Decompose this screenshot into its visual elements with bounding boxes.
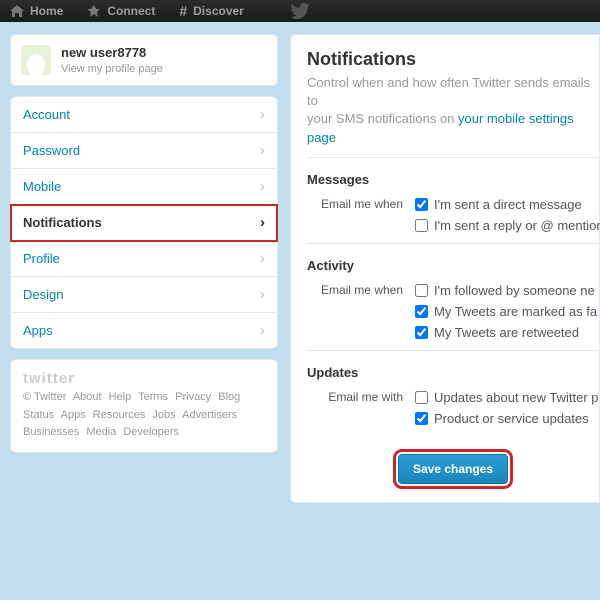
nav-item-label: Password xyxy=(23,143,80,158)
footer-link[interactable]: Resources xyxy=(93,409,146,421)
section-messages: Messages Email me when I'm sent a direct m… xyxy=(307,157,599,243)
option-checkbox[interactable] xyxy=(415,305,428,318)
hash-icon: # xyxy=(179,3,187,19)
nav-item-design[interactable]: Design › xyxy=(11,277,277,313)
footer-logo: twitter xyxy=(23,370,265,387)
nav-item-mobile[interactable]: Mobile › xyxy=(11,169,277,205)
sidebar: new user8778 View my profile page Accoun… xyxy=(10,34,278,503)
nav-item-label: Design xyxy=(23,287,63,302)
option-checkbox[interactable] xyxy=(415,198,428,211)
footer-link[interactable]: Terms xyxy=(138,391,168,403)
footer-link[interactable]: Media xyxy=(86,426,116,438)
option[interactable]: I'm followed by someone ne xyxy=(415,283,597,298)
section-heading: Messages xyxy=(307,172,599,187)
option[interactable]: I'm sent a direct message xyxy=(415,197,600,212)
connect-icon xyxy=(87,5,101,17)
nav-item-profile[interactable]: Profile › xyxy=(11,241,277,277)
section-activity: Activity Email me when I'm followed by som… xyxy=(307,243,599,350)
nav-discover[interactable]: # Discover xyxy=(179,3,244,19)
option-checkbox[interactable] xyxy=(415,284,428,297)
chevron-right-icon: › xyxy=(260,106,265,123)
main-panel: Notifications Control when and how often… xyxy=(290,34,600,503)
nav-home-label: Home xyxy=(30,4,63,18)
option[interactable]: Updates about new Twitter p xyxy=(415,390,599,405)
chevron-right-icon: › xyxy=(260,322,265,339)
footer-link[interactable]: Developers xyxy=(123,426,179,438)
home-icon xyxy=(10,5,24,17)
nav-item-notifications[interactable]: Notifications › xyxy=(11,205,277,241)
avatar xyxy=(21,45,51,75)
section-heading: Activity xyxy=(307,258,599,273)
nav-home[interactable]: Home xyxy=(10,4,63,18)
option-text: Product or service updates xyxy=(434,411,589,426)
option-checkbox[interactable] xyxy=(415,219,428,232)
twitter-logo-icon xyxy=(290,3,310,19)
footer-link[interactable]: About xyxy=(73,391,102,403)
footer-link[interactable]: Blog xyxy=(218,391,240,403)
section-heading: Updates xyxy=(307,365,599,380)
topbar: Home Connect # Discover xyxy=(0,0,600,22)
nav-connect-label: Connect xyxy=(107,4,155,18)
option[interactable]: My Tweets are retweeted xyxy=(415,325,597,340)
option-text: My Tweets are retweeted xyxy=(434,325,579,340)
footer-link[interactable]: Jobs xyxy=(152,409,175,421)
chevron-right-icon: › xyxy=(260,142,265,159)
footer-link[interactable]: Privacy xyxy=(175,391,211,403)
option-checkbox[interactable] xyxy=(415,391,428,404)
nav-item-password[interactable]: Password › xyxy=(11,133,277,169)
footer-link[interactable]: Status xyxy=(23,409,54,421)
page-description: Control when and how often Twitter sends… xyxy=(307,74,599,147)
nav-item-account[interactable]: Account › xyxy=(11,97,277,133)
option-text: I'm sent a reply or @ mention xyxy=(434,218,600,233)
save-changes-button[interactable]: Save changes xyxy=(398,454,508,484)
option-checkbox[interactable] xyxy=(415,326,428,339)
nav-connect[interactable]: Connect xyxy=(87,4,155,18)
nav-item-label: Profile xyxy=(23,251,60,266)
setting-label: Email me with xyxy=(307,390,403,426)
nav-item-label: Apps xyxy=(23,323,53,338)
settings-nav: Account›Password›Mobile›Notifications›Pr… xyxy=(10,96,278,349)
profile-sub: View my profile page xyxy=(61,63,163,75)
profile-name: new user8778 xyxy=(61,45,146,60)
nav-item-apps[interactable]: Apps › xyxy=(11,313,277,348)
option[interactable]: Product or service updates xyxy=(415,411,599,426)
setting-label: Email me when xyxy=(307,197,403,233)
footer-link[interactable]: Advertisers xyxy=(182,409,237,421)
setting-label: Email me when xyxy=(307,283,403,340)
option-text: My Tweets are marked as fa xyxy=(434,304,597,319)
footer-link[interactable]: Businesses xyxy=(23,426,79,438)
avatar-egg-icon xyxy=(25,51,47,75)
footer-links: © Twitter About Help Terms Privacy Blog … xyxy=(23,389,265,442)
chevron-right-icon: › xyxy=(260,250,265,267)
footer-card: twitter © Twitter About Help Terms Priva… xyxy=(10,359,278,453)
section-updates: Updates Email me with Updates about new Tw… xyxy=(307,350,599,436)
footer-link[interactable]: Help xyxy=(109,391,132,403)
option[interactable]: My Tweets are marked as fa xyxy=(415,304,597,319)
option-text: Updates about new Twitter p xyxy=(434,390,599,405)
option-text: I'm followed by someone ne xyxy=(434,283,595,298)
footer-link[interactable]: © Twitter xyxy=(23,391,66,403)
nav-item-label: Mobile xyxy=(23,179,61,194)
option[interactable]: I'm sent a reply or @ mention xyxy=(415,218,600,233)
chevron-right-icon: › xyxy=(260,214,265,231)
chevron-right-icon: › xyxy=(260,286,265,303)
option-checkbox[interactable] xyxy=(415,412,428,425)
nav-item-label: Account xyxy=(23,107,70,122)
nav-discover-label: Discover xyxy=(193,4,244,18)
page-title: Notifications xyxy=(307,49,599,70)
chevron-right-icon: › xyxy=(260,178,265,195)
nav-item-label: Notifications xyxy=(23,215,102,230)
footer-link[interactable]: Apps xyxy=(61,409,86,421)
profile-card[interactable]: new user8778 View my profile page xyxy=(10,34,278,86)
option-text: I'm sent a direct message xyxy=(434,197,582,212)
